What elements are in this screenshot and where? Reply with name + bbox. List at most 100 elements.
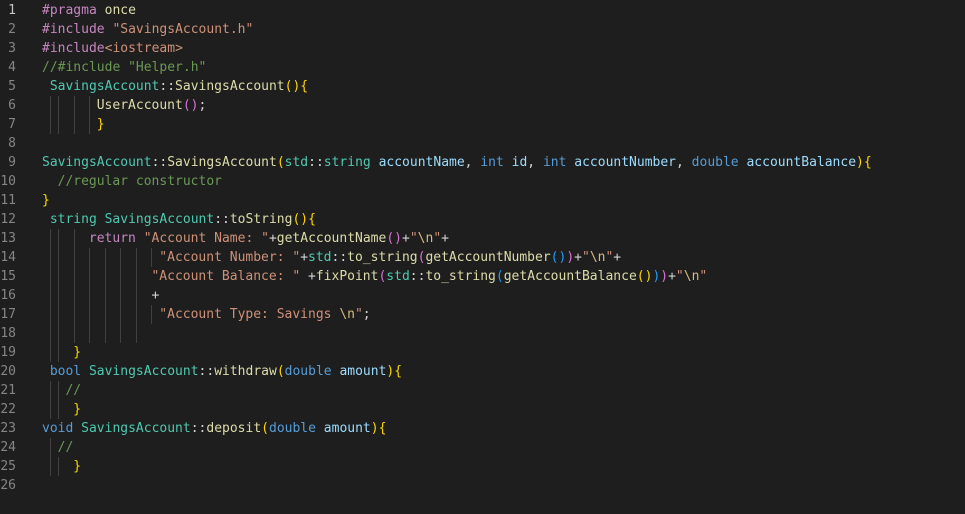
code-text: } (97, 115, 105, 134)
code-line[interactable]: 11} (0, 191, 965, 210)
code-token: + (151, 288, 160, 303)
code-line[interactable]: 6 UserAccount(); (0, 96, 965, 115)
code-token: getAccountNumber (425, 250, 551, 265)
code-token: () (182, 98, 199, 113)
code-token: } (96, 117, 105, 132)
code-token: string (323, 155, 371, 170)
code-token: getAccountName (276, 231, 387, 246)
code-token: withdraw (214, 364, 277, 379)
code-text: string SavingsAccount::toString(){ (50, 210, 316, 229)
code-line[interactable]: 2 #include "SavingsAccount.h" (0, 20, 965, 39)
code-token: } (73, 459, 82, 474)
code-line[interactable]: 9 SavingsAccount::SavingsAccount(std::str… (0, 153, 965, 172)
code-line[interactable]: 18 (0, 324, 965, 343)
code-token: getAccountBalance (503, 269, 637, 284)
code-token: { (308, 212, 316, 227)
line-number: 15 (0, 269, 16, 284)
code-editor[interactable]: 1 #pragma once 2 #include "SavingsAccount.h… (0, 0, 965, 514)
code-text: } (73, 343, 81, 362)
line-number: 23 (0, 421, 16, 436)
code-line[interactable]: 23 void SavingsAccount::deposit(double am… (0, 419, 965, 438)
code-line[interactable]: 13 return "Account Name: "+getAccountName… (0, 229, 965, 248)
indent-guide (58, 381, 59, 419)
indent-guide (74, 96, 75, 134)
code-token: , (464, 155, 481, 170)
indent-guide (50, 381, 51, 419)
code-token: "SavingsAccount.h" (112, 22, 254, 37)
code-token: { (378, 421, 387, 436)
code-line[interactable]: 8 (0, 134, 965, 153)
code-token: () (550, 250, 567, 265)
code-token: + (613, 250, 622, 265)
code-token: () (386, 231, 402, 246)
code-token: " (433, 231, 442, 246)
code-token: double (269, 421, 316, 436)
line-number: 17 (0, 307, 16, 322)
code-line[interactable]: 4 //#include "Helper.h" (0, 58, 965, 77)
code-token: accountNumber (574, 155, 677, 170)
code-token: //regular constructor (57, 174, 222, 189)
code-token: SavingsAccount (88, 364, 199, 379)
code-token: deposit (206, 421, 262, 436)
code-token: \n (339, 307, 355, 322)
code-token: ) (660, 269, 669, 284)
code-line[interactable]: 21 // (0, 381, 965, 400)
code-token: SavingsAccount (81, 421, 191, 436)
code-token: std (284, 155, 309, 170)
line-number: 2 (8, 22, 16, 37)
line-number: 6 (8, 98, 16, 113)
code-token: + (268, 231, 277, 246)
code-token: int (542, 155, 567, 170)
code-token: " (699, 269, 708, 284)
indent-guide (105, 248, 106, 343)
code-token: ) (566, 250, 575, 265)
indent-guide (74, 229, 75, 343)
code-line[interactable]: 26 (0, 476, 965, 495)
code-token: "Account Type: Savings (159, 307, 340, 322)
code-token: to_string (425, 269, 496, 284)
code-line[interactable]: 5 SavingsAccount::SavingsAccount(){ (0, 77, 965, 96)
code-line[interactable]: 7} (0, 115, 965, 134)
code-line[interactable]: 20 bool SavingsAccount::withdraw(double a… (0, 362, 965, 381)
code-text: //#include "Helper.h" (42, 58, 206, 77)
code-token: #include (42, 22, 105, 37)
code-line[interactable]: 12 string SavingsAccount::toString(){ (0, 210, 965, 229)
indent-guide (89, 248, 90, 343)
code-text: return "Account Name: "+getAccountName()… (89, 229, 449, 248)
code-line[interactable]: 22} (0, 400, 965, 419)
line-number: 18 (0, 326, 16, 341)
code-token: :: (151, 155, 168, 170)
code-token: + (574, 250, 582, 265)
code-line[interactable]: 16 + (0, 286, 965, 305)
indent-guide (58, 96, 59, 134)
code-text: } (73, 457, 81, 476)
code-line[interactable]: 24 // (0, 438, 965, 457)
code-token: " (354, 307, 363, 322)
code-text: "Account Number: "+std::to_string(getAcc… (159, 248, 621, 267)
code-token: " (581, 250, 590, 265)
code-token: SavingsAccount (49, 79, 160, 94)
indent-guide (58, 229, 59, 362)
code-line[interactable]: 17 "Account Type: Savings \n"; (0, 305, 965, 324)
line-number: 8 (8, 136, 16, 151)
code-line[interactable]: 1 #pragma once (0, 1, 965, 20)
code-token: //#include "Helper.h" (42, 60, 207, 75)
code-line[interactable]: 10 //regular constructor (0, 172, 965, 191)
code-line[interactable]: 19} (0, 343, 965, 362)
line-number: 13 (0, 231, 16, 246)
code-token: \n (589, 250, 606, 265)
code-token: <iostream> (104, 41, 183, 56)
line-number: 21 (0, 383, 16, 398)
code-token: "Account Name: " (143, 231, 269, 246)
code-token: int (480, 155, 504, 170)
code-token: to_string (347, 250, 418, 265)
code-line[interactable]: 15 "Account Balance: " +fixPoint(std::to_… (0, 267, 965, 286)
code-line[interactable]: 3 #include<iostream> (0, 39, 965, 58)
code-token: + (668, 269, 676, 284)
line-number: 16 (0, 288, 16, 303)
code-line[interactable]: 25} (0, 457, 965, 476)
code-token: return (88, 231, 136, 246)
code-line[interactable]: 14 "Account Number: "+std::to_string(getA… (0, 248, 965, 267)
